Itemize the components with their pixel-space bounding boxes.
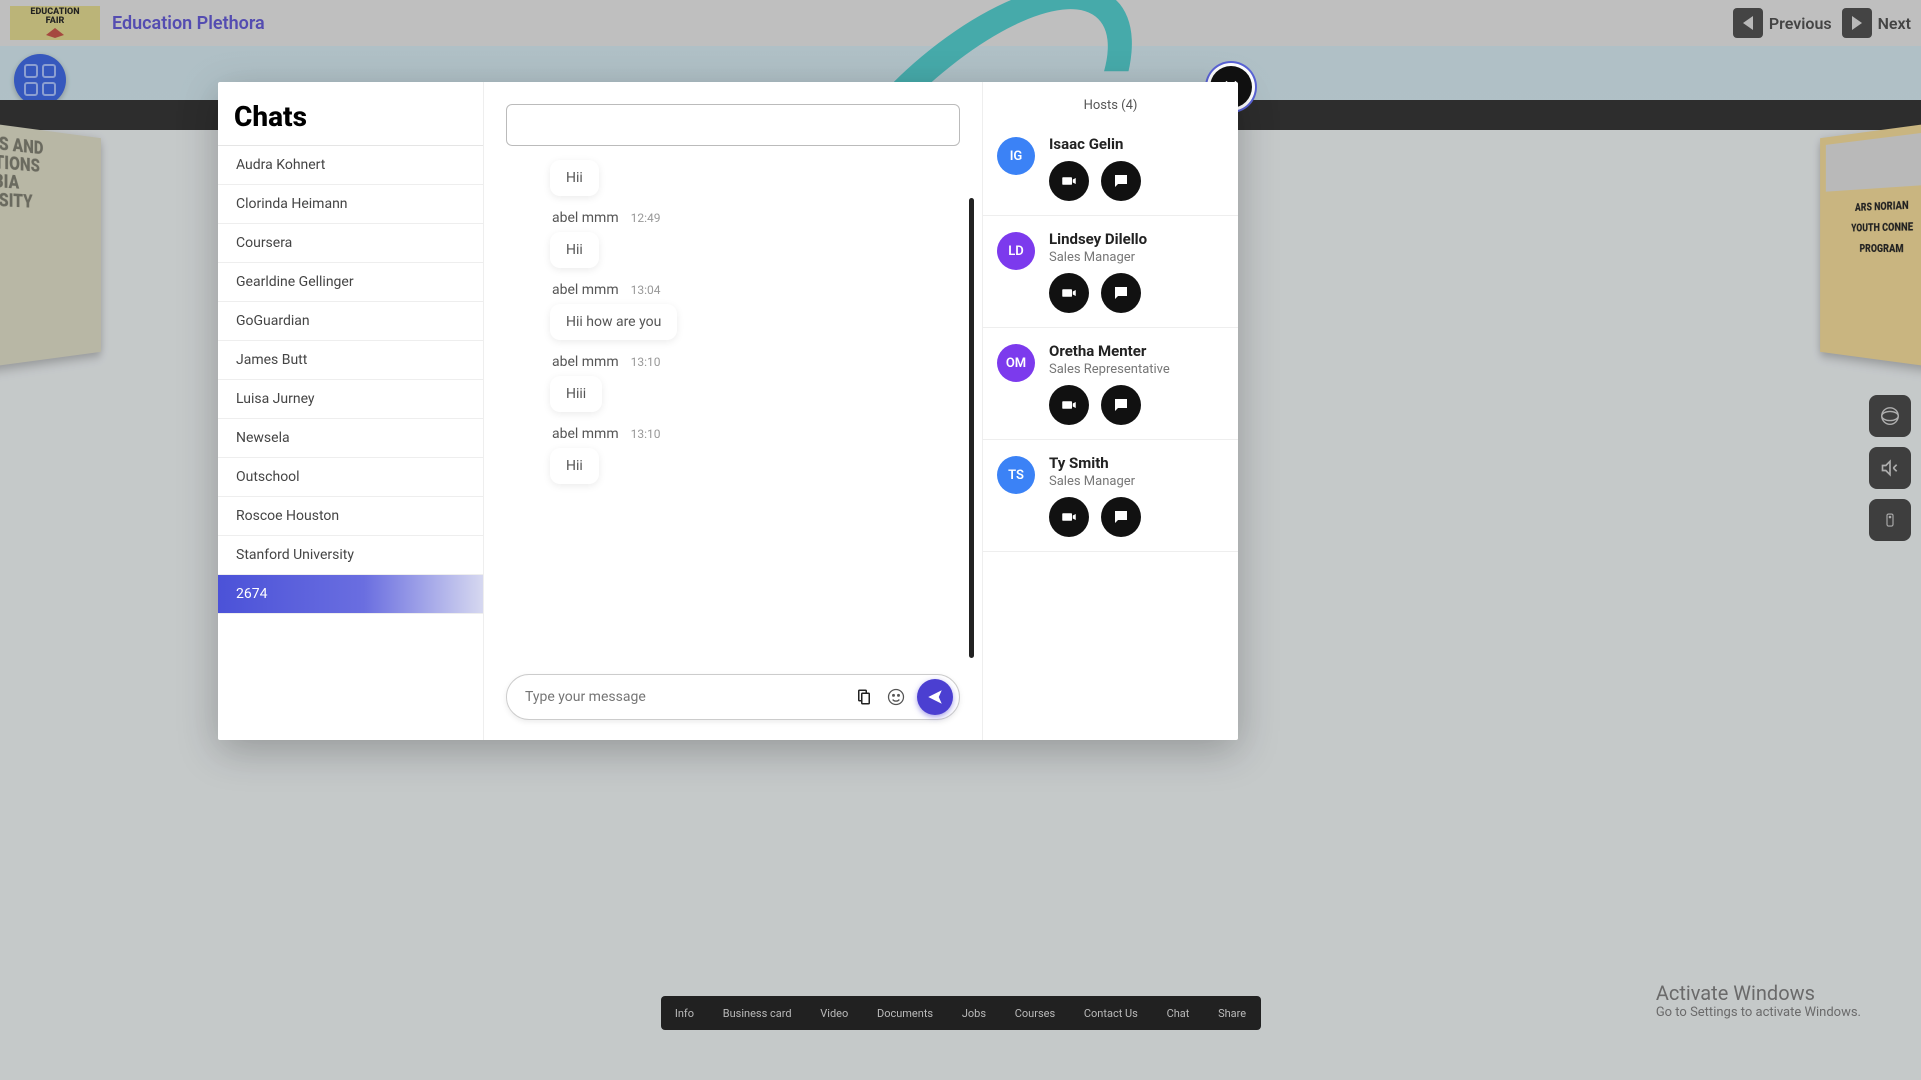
host-info: Oretha Menter Sales Representative [1049,342,1224,425]
conversation-item[interactable]: Roscoe Houston [218,497,483,536]
host-actions [1049,161,1224,201]
message-composer [506,674,960,720]
message-bubble: Hii how are you [550,304,677,340]
chat-button[interactable] [1101,385,1141,425]
conversation-item[interactable]: Clorinda Heimann [218,185,483,224]
host-role: Sales Manager [1049,250,1224,265]
thread-scrollbar[interactable] [969,198,974,658]
conversation-item[interactable]: GoGuardian [218,302,483,341]
host-item: OM Oretha Menter Sales Representative [983,328,1238,440]
message-thread[interactable]: Hii abel mmm 12:49 Hii abel mmm 13:04 Hii how … [484,154,982,674]
message-bubble: Hiii [550,376,602,412]
hosts-heading: Hosts (4) [983,82,1238,121]
host-avatar: OM [997,344,1035,382]
message-group: abel mmm 13:04 Hii how are you [550,282,952,340]
message-input[interactable] [525,689,843,705]
host-name: Lindsey Dilello [1049,230,1224,248]
conversation-item[interactable]: Coursera [218,224,483,263]
conversation-item[interactable]: Luisa Jurney [218,380,483,419]
host-item: TS Ty Smith Sales Manager [983,440,1238,552]
message-meta: abel mmm 13:10 [552,354,952,370]
message-bubble: Hii [550,232,599,268]
message-group: Hii [550,160,952,196]
host-role: Sales Representative [1049,362,1224,377]
host-avatar: LD [997,232,1035,270]
chats-heading: Chats [218,82,483,146]
conversation-item[interactable]: 2674 [218,575,483,614]
conversation-item[interactable]: Gearldine Gellinger [218,263,483,302]
message-group: abel mmm 13:10 Hiii [550,354,952,412]
chat-button[interactable] [1101,497,1141,537]
host-role: Sales Manager [1049,474,1224,489]
message-sender: abel mmm [552,210,619,226]
conversation-item[interactable]: Outschool [218,458,483,497]
message-group: abel mmm 13:10 Hii [550,426,952,484]
message-group: abel mmm 12:49 Hii [550,210,952,268]
host-info: Lindsey Dilello Sales Manager [1049,230,1224,313]
chat-button[interactable] [1101,273,1141,313]
send-button[interactable] [917,679,953,715]
conversation-item[interactable]: Stanford University [218,536,483,575]
message-bubble: Hii [550,448,599,484]
message-time: 13:10 [631,355,661,369]
host-name: Isaac Gelin [1049,135,1224,153]
conversation-list[interactable]: Audra KohnertClorinda HeimannCourseraGea… [218,146,483,614]
conversation-item[interactable]: James Butt [218,341,483,380]
host-actions [1049,497,1224,537]
attach-icon[interactable] [853,688,875,706]
host-actions [1049,385,1224,425]
hosts-panel: Hosts (4) IG Isaac Gelin LD Lindsey Dilello… [982,82,1238,740]
conversation-item[interactable]: Audra Kohnert [218,146,483,185]
chat-button[interactable] [1101,161,1141,201]
host-avatar: IG [997,137,1035,175]
message-meta: abel mmm 12:49 [552,210,952,226]
host-info: Ty Smith Sales Manager [1049,454,1224,537]
video-call-button[interactable] [1049,497,1089,537]
video-call-button[interactable] [1049,273,1089,313]
message-sender: abel mmm [552,354,619,370]
message-sender: abel mmm [552,426,619,442]
video-call-button[interactable] [1049,161,1089,201]
chat-search-input[interactable] [506,104,960,146]
message-time: 12:49 [631,211,661,225]
host-name: Oretha Menter [1049,342,1224,360]
chat-thread-pane: Hii abel mmm 12:49 Hii abel mmm 13:04 Hii how … [484,82,982,740]
host-actions [1049,273,1224,313]
message-time: 13:10 [631,427,661,441]
chats-sidebar: Chats Audra KohnertClorinda HeimannCours… [218,82,484,740]
emoji-icon[interactable] [885,687,907,707]
host-item: LD Lindsey Dilello Sales Manager [983,216,1238,328]
host-name: Ty Smith [1049,454,1224,472]
host-info: Isaac Gelin [1049,135,1224,201]
host-avatar: TS [997,456,1035,494]
chats-modal: Chats Audra KohnertClorinda HeimannCours… [218,82,1238,740]
message-meta: abel mmm 13:04 [552,282,952,298]
message-sender: abel mmm [552,282,619,298]
host-item: IG Isaac Gelin [983,121,1238,216]
message-meta: abel mmm 13:10 [552,426,952,442]
conversation-item[interactable]: Newsela [218,419,483,458]
message-bubble: Hii [550,160,599,196]
message-time: 13:04 [631,283,661,297]
video-call-button[interactable] [1049,385,1089,425]
